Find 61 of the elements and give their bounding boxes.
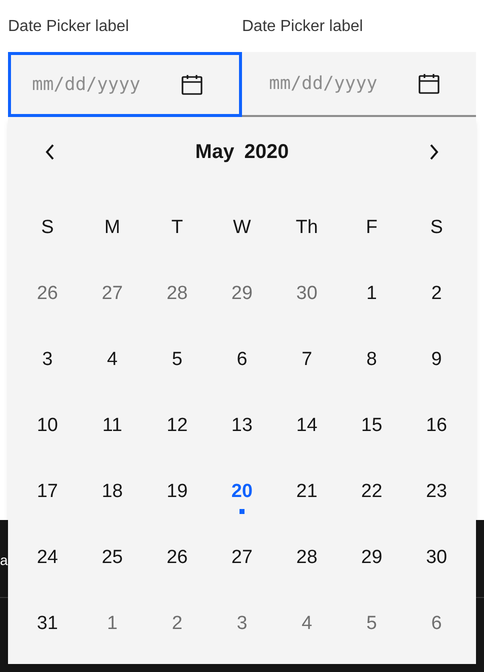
- calendar-day[interactable]: 18: [94, 474, 131, 510]
- calendar-day[interactable]: 11: [94, 408, 130, 444]
- weekday-label: W: [232, 216, 252, 240]
- calendar-day[interactable]: 3: [34, 342, 61, 378]
- weekday-label: M: [103, 216, 122, 240]
- calendar-day[interactable]: 24: [28, 540, 66, 576]
- calendar-day[interactable]: 25: [94, 540, 131, 576]
- calendar-day[interactable]: 28: [158, 276, 196, 312]
- calendar-day[interactable]: 7: [294, 342, 320, 378]
- calendar-day[interactable]: 2: [423, 276, 450, 312]
- calendar-day[interactable]: 22: [353, 474, 390, 510]
- calendar-day[interactable]: 26: [158, 540, 196, 576]
- weekday-label: F: [364, 216, 379, 240]
- calendar-day[interactable]: 3: [228, 606, 256, 642]
- calendar-day[interactable]: 17: [28, 474, 66, 510]
- weekday-label: T: [170, 216, 184, 240]
- calendar-day[interactable]: 4: [294, 606, 320, 642]
- calendar-icon[interactable]: [180, 72, 204, 96]
- date-input-text[interactable]: mm/dd/yyyy: [269, 70, 409, 97]
- calendar-day[interactable]: 9: [423, 342, 450, 378]
- chevron-right-icon: [428, 143, 440, 161]
- calendar-day[interactable]: 23: [418, 474, 456, 510]
- field-label: Date Picker label: [8, 17, 130, 37]
- weekday-label: S: [40, 216, 55, 240]
- calendar-day[interactable]: 29: [353, 540, 390, 576]
- panel-text: a: [0, 551, 8, 570]
- calendar-day[interactable]: 10: [28, 408, 66, 444]
- year-label: 2020: [244, 140, 289, 165]
- calendar-day[interactable]: 30: [418, 540, 456, 576]
- calendar-day[interactable]: 27: [94, 276, 131, 312]
- calendar-day[interactable]: 6: [423, 606, 450, 642]
- calendar-day[interactable]: 27: [223, 540, 261, 576]
- calendar-day[interactable]: 5: [164, 342, 190, 378]
- calendar-day[interactable]: 13: [223, 408, 261, 444]
- calendar-day[interactable]: 1: [98, 606, 126, 642]
- calendar-day[interactable]: 31: [28, 606, 66, 642]
- calendar-day[interactable]: 28: [288, 540, 326, 576]
- calendar-icon[interactable]: [417, 72, 441, 96]
- calendar-day[interactable]: 4: [98, 342, 126, 378]
- calendar-day[interactable]: 14: [288, 408, 326, 444]
- calendar-day[interactable]: 30: [288, 276, 326, 312]
- calendar-day[interactable]: 29: [223, 276, 261, 312]
- date-input[interactable]: mm/dd/yyyy: [242, 52, 476, 117]
- calendar-day[interactable]: 5: [358, 606, 385, 642]
- calendar-day[interactable]: 26: [28, 276, 66, 312]
- month-label: May: [195, 140, 234, 165]
- calendar-day[interactable]: 2: [164, 606, 190, 642]
- date-input-text[interactable]: mm/dd/yyyy: [32, 71, 172, 98]
- calendar-day[interactable]: 6: [228, 342, 256, 378]
- calendar-day[interactable]: 8: [358, 342, 385, 378]
- field-label: Date Picker label: [242, 17, 364, 37]
- calendar-day[interactable]: 15: [353, 408, 390, 444]
- chevron-left-icon: [44, 143, 56, 161]
- weekday-label: S: [429, 216, 444, 240]
- calendar-day[interactable]: 1: [358, 276, 385, 312]
- calendar-day[interactable]: 21: [288, 474, 326, 510]
- calendar-day[interactable]: 16: [418, 408, 456, 444]
- weekday-label: Th: [294, 216, 319, 240]
- calendar-day[interactable]: 19: [158, 474, 196, 510]
- date-input[interactable]: mm/dd/yyyy: [8, 52, 242, 117]
- calendar-day[interactable]: 12: [158, 408, 196, 444]
